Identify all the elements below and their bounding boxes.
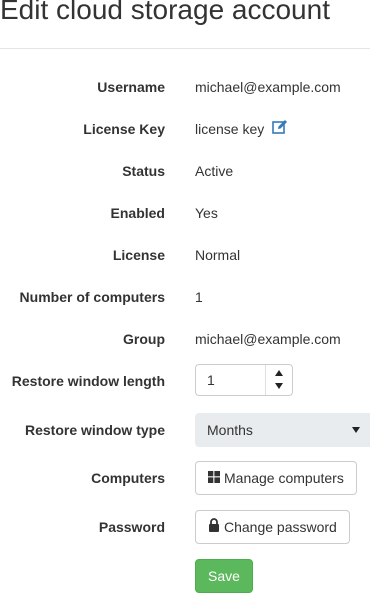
arrow-up-icon: [275, 370, 283, 376]
windows-icon: [208, 462, 220, 494]
restore-window-length-stepper: [195, 364, 293, 396]
change-password-label: Change password: [224, 519, 337, 535]
enabled-label: Enabled: [110, 205, 165, 221]
row-password: Password Change password: [0, 510, 370, 544]
license-key-value: license key: [195, 112, 288, 146]
restore-window-length-label: Restore window length: [11, 373, 165, 389]
number-of-computers-label: Number of computers: [19, 289, 165, 305]
title-divider: [0, 48, 370, 49]
status-value: Active: [195, 163, 234, 179]
row-enabled: Enabled Yes: [0, 196, 370, 230]
username-label: Username: [97, 79, 165, 95]
group-value: michael@example.com: [195, 331, 341, 347]
computers-label: Computers: [91, 470, 165, 486]
manage-computers-button[interactable]: Manage computers: [195, 461, 357, 495]
edit-icon[interactable]: [272, 112, 288, 146]
license-key-label: License Key: [83, 121, 165, 137]
row-status: Status Active: [0, 154, 370, 188]
row-license: License Normal: [0, 238, 370, 272]
restore-window-type-label: Restore window type: [24, 422, 165, 438]
caret-down-icon: [352, 427, 360, 433]
row-license-key: License Key license key: [0, 112, 370, 146]
password-label: Password: [98, 519, 165, 535]
decrement-button[interactable]: [266, 380, 292, 395]
license-key-text: license key: [195, 121, 265, 137]
row-number-of-computers: Number of computers 1: [0, 280, 370, 314]
arrow-down-icon: [275, 383, 283, 389]
lock-icon: [208, 511, 220, 543]
number-of-computers-value: 1: [195, 289, 203, 305]
page-title: Edit cloud storage account: [0, 0, 330, 25]
row-restore-window-length: Restore window length: [0, 364, 370, 398]
enabled-value: Yes: [195, 205, 218, 221]
row-group: Group michael@example.com: [0, 322, 370, 356]
license-value: Normal: [195, 247, 241, 263]
increment-button[interactable]: [266, 365, 292, 380]
change-password-button[interactable]: Change password: [195, 510, 350, 544]
restore-window-type-select[interactable]: Months: [195, 413, 370, 447]
stepper-buttons: [265, 365, 292, 395]
status-label: Status: [122, 163, 165, 179]
manage-computers-label: Manage computers: [224, 470, 344, 486]
restore-window-type-value: Months: [207, 422, 253, 438]
group-label: Group: [123, 331, 165, 347]
restore-window-length-input[interactable]: [196, 365, 264, 395]
row-username: Username michael@example.com: [0, 70, 370, 104]
row-computers: Computers Manage computers: [0, 461, 370, 495]
save-button[interactable]: Save: [195, 559, 253, 593]
row-restore-window-type: Restore window type Months: [0, 413, 370, 447]
username-value: michael@example.com: [195, 79, 341, 95]
license-label: License: [112, 247, 165, 263]
